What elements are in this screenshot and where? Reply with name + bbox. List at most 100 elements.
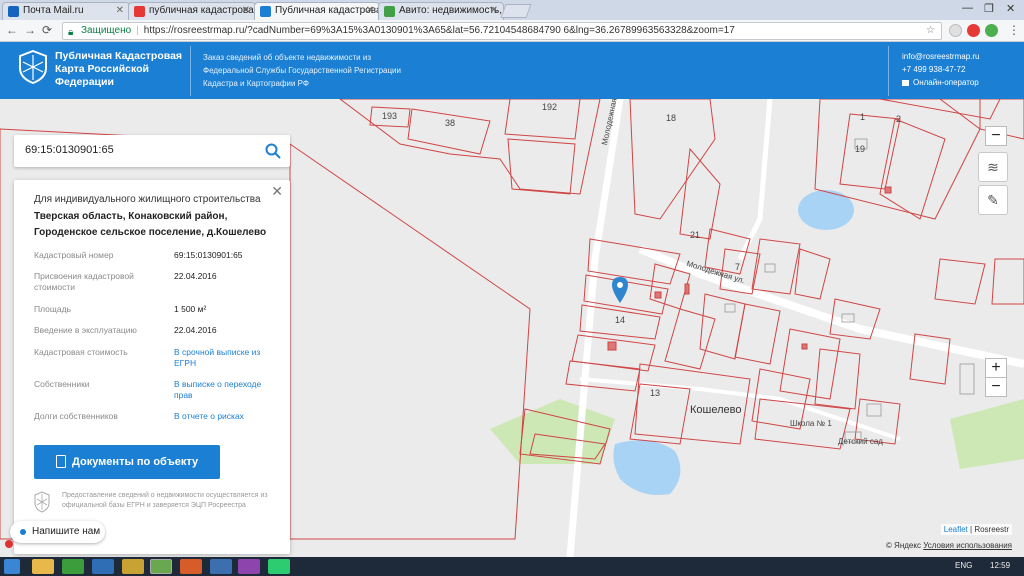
search-icon[interactable] xyxy=(264,142,282,160)
close-icon[interactable]: ✕ xyxy=(116,5,124,16)
tab-title: публичная кадастрова xyxy=(149,5,254,16)
rosreestr-attribution: | Rosreestr xyxy=(970,525,1009,534)
contacts: info@rosreestrmap.ru +7 499 938-47-72 Он… xyxy=(902,50,979,89)
menu-icon[interactable]: ⋮ xyxy=(1008,23,1020,37)
location-pin-icon xyxy=(612,277,628,303)
school-label: Школа № 1 xyxy=(790,419,832,428)
parcel-label: 14 xyxy=(615,315,626,325)
cadastral-cost-link[interactable]: В срочной выписке из ЕГРН xyxy=(174,347,274,369)
tab-title: Авито: недвижимость, xyxy=(399,5,503,16)
tab-yandex[interactable]: публичная кадастрова ✕ xyxy=(128,2,256,20)
tab-title: Публичная кадастровая xyxy=(275,5,380,16)
parcel-label: 38 xyxy=(445,118,456,128)
explorer-icon[interactable] xyxy=(32,559,54,574)
zoom-out-button[interactable]: − xyxy=(985,126,1007,146)
zoom-in-button[interactable]: + xyxy=(985,358,1007,378)
word-icon[interactable] xyxy=(210,559,232,574)
extension-icon[interactable] xyxy=(949,24,962,37)
forward-icon[interactable]: → xyxy=(24,23,36,37)
emblem-icon[interactable] xyxy=(18,50,48,84)
ruler-icon[interactable]: ✎ xyxy=(978,185,1008,215)
parcel-address: Тверская область, Конаковский район, Гор… xyxy=(34,211,267,238)
contact-email[interactable]: info@rosreestrmap.ru xyxy=(902,50,979,63)
reload-icon[interactable]: ⟳ xyxy=(42,23,52,37)
close-icon[interactable]: ✕ xyxy=(242,5,250,16)
row-key: Кадастровая стоимость xyxy=(34,347,128,357)
row-key: Собственники xyxy=(34,379,90,389)
parcel-label: 193 xyxy=(382,111,398,121)
search-bar[interactable]: 69:15:0130901:65 xyxy=(14,135,290,167)
start-icon[interactable] xyxy=(4,559,20,574)
parcel-label: 7 xyxy=(735,262,741,272)
clock[interactable]: 12:59 xyxy=(990,561,1010,570)
rosreestr-icon xyxy=(260,6,271,17)
minimize-icon[interactable]: — xyxy=(962,2,973,14)
folder-icon[interactable] xyxy=(122,559,144,574)
row-key: Долги собственников xyxy=(34,411,118,421)
tab-avito[interactable]: Авито: недвижимость, ✕ xyxy=(378,2,504,20)
location-marker-icon[interactable] xyxy=(5,540,13,548)
chrome-icon[interactable] xyxy=(150,559,172,574)
documents-button[interactable]: Документы по объекту xyxy=(34,445,220,479)
row-key: Присвоения кадастровой стоимости xyxy=(34,271,134,292)
close-icon[interactable]: ✕ xyxy=(490,5,498,16)
url-text: https://rosreestrmap.ru/?cadNumber=69%3A… xyxy=(143,25,735,36)
firefox-icon[interactable] xyxy=(92,559,114,574)
site-header: Публичная Кадастровая Карта Российской Ф… xyxy=(0,42,1024,99)
chat-button[interactable]: Напишите нам xyxy=(10,521,105,543)
zoom-out-button[interactable]: − xyxy=(985,377,1007,397)
contact-phone[interactable]: +7 499 938-47-72 xyxy=(902,63,979,76)
language-indicator[interactable]: ENG xyxy=(955,561,972,570)
new-tab-button[interactable] xyxy=(500,4,532,18)
bookmark-star-icon[interactable]: ☆ xyxy=(926,23,935,39)
parcel-label: 21 xyxy=(690,230,701,240)
mail-icon xyxy=(8,6,19,17)
app-icon[interactable] xyxy=(180,559,202,574)
parcel-label: 1 xyxy=(860,112,866,122)
emblem-icon xyxy=(34,491,50,513)
address-bar: ← → ⟳ 🔒︎ Защищено | https://rosreestrmap.r… xyxy=(0,20,1024,42)
parcel-info-card: ✕ Для индивидуального жилищного строител… xyxy=(14,180,290,554)
chat-icon xyxy=(902,79,909,86)
row-value: 22.04.2016 xyxy=(174,325,217,335)
parcel-label: 18 xyxy=(666,113,677,123)
chat-status-icon xyxy=(20,529,26,535)
terms-link[interactable]: Условия использования xyxy=(923,541,1012,550)
risk-report-link[interactable]: В отчете о рисках xyxy=(174,411,274,422)
documents-button-label: Документы по объекту xyxy=(72,456,199,468)
yandex-attribution: © Яндекс Условия использования xyxy=(885,541,1012,550)
disclaimer-text: Предоставление сведений о недвижимости о… xyxy=(62,492,268,509)
tab-mail[interactable]: Почта Mail.ru ✕ xyxy=(2,2,130,20)
close-icon[interactable]: ✕ xyxy=(366,5,374,16)
close-icon[interactable]: ✕ xyxy=(271,183,283,200)
app-icon[interactable] xyxy=(268,559,290,574)
row-key: Введение в эксплуатацию xyxy=(34,325,137,335)
app-icon[interactable] xyxy=(238,559,260,574)
chat-label: Напишите нам xyxy=(32,526,101,537)
leaflet-link[interactable]: Leaflet xyxy=(944,525,968,534)
back-icon[interactable]: ← xyxy=(6,23,18,37)
avito-icon xyxy=(384,6,395,17)
village-label: Кошелево xyxy=(690,404,742,416)
row-key: Площадь xyxy=(34,304,72,314)
map-attribution: Leaflet | Rosreestr xyxy=(940,524,1012,535)
search-input[interactable]: 69:15:0130901:65 xyxy=(25,144,114,156)
maximize-icon[interactable]: ❐ xyxy=(984,2,994,15)
online-operator-link[interactable]: Онлайн-оператор xyxy=(902,76,979,89)
app-icon[interactable] xyxy=(62,559,84,574)
tab-rosreestr[interactable]: Публичная кадастровая ✕ xyxy=(254,2,380,21)
owners-link[interactable]: В выписке о переходе прав xyxy=(174,379,274,401)
extension-green-icon[interactable] xyxy=(985,24,998,37)
window-close-icon[interactable]: ✕ xyxy=(1006,2,1015,15)
layers-icon[interactable]: ≋ xyxy=(978,152,1008,182)
url-input[interactable]: 🔒︎ Защищено | https://rosreestrmap.ru/?cad… xyxy=(62,22,942,40)
site-title[interactable]: Публичная Кадастровая Карта Российской Ф… xyxy=(55,50,185,89)
document-icon xyxy=(56,455,66,468)
taskbar: ENG 12:59 xyxy=(0,557,1024,576)
lock-icon: 🔒︎ xyxy=(68,27,74,38)
row-value: 69:15:0130901:65 xyxy=(174,250,243,260)
tab-title: Почта Mail.ru xyxy=(23,5,84,16)
opera-icon[interactable] xyxy=(967,24,980,37)
browser-tab-bar: Почта Mail.ru ✕ публичная кадастрова ✕ П… xyxy=(0,0,1024,21)
parcel-label: 19 xyxy=(855,144,866,154)
